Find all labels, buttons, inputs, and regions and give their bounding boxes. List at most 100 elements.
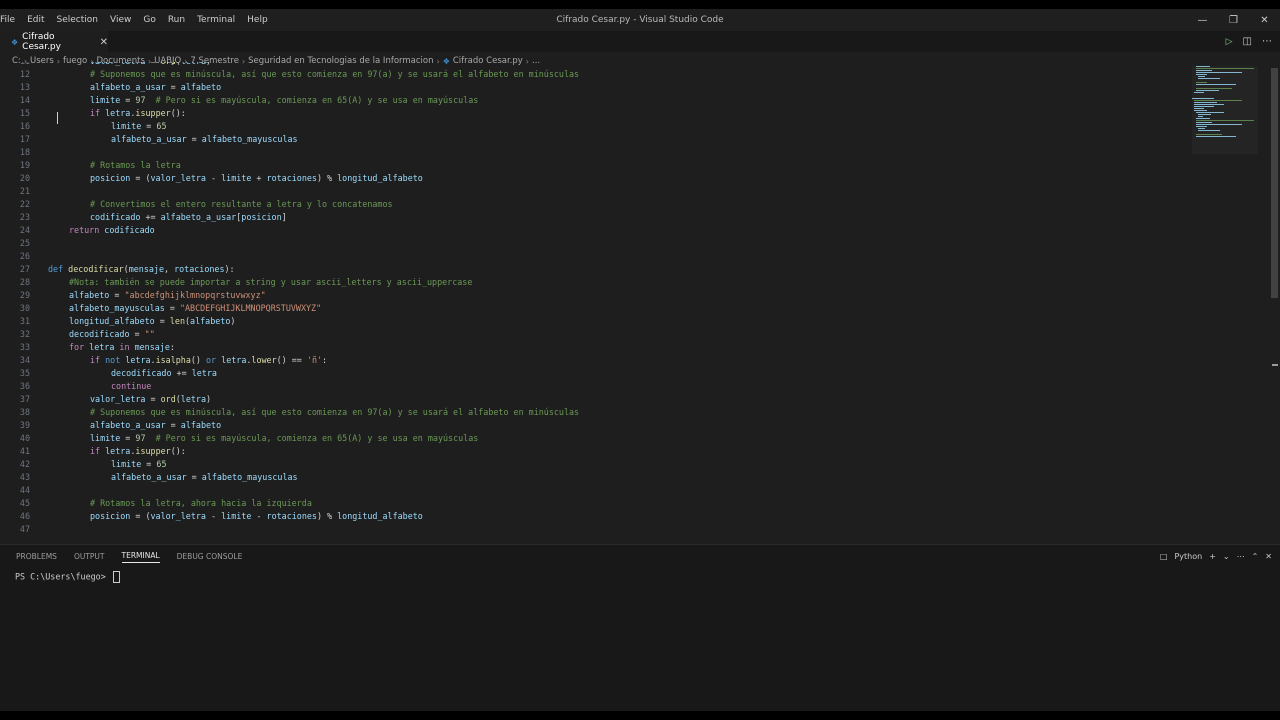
code-line[interactable]: 27 def decodificar(mensaje, rotaciones): [0,263,1190,276]
code-line[interactable]: 45 # Rotamos la letra, ahora hacia la izq… [0,497,1190,510]
new-terminal-icon[interactable]: + [1209,552,1216,561]
code-line[interactable]: 36 continue [0,380,1190,393]
code-line[interactable]: 41 if letra.isupper(): [0,445,1190,458]
line-number: 13 [19,82,30,92]
code-line[interactable]: 39 alfabeto_a_usar = alfabeto [0,419,1190,432]
code-line[interactable]: 18 [0,146,1190,159]
code-line[interactable]: 19 # Rotamos la letra [0,159,1190,172]
code-line[interactable]: 13 alfabeto_a_usar = alfabeto [0,81,1190,94]
code-line[interactable]: 33 for letra in mensaje: [0,341,1190,354]
line-number: 19 [19,160,30,170]
code-line[interactable]: 31 longitud_alfabeto = len(alfabeto) [0,315,1190,328]
code-line[interactable]: 26 [0,250,1190,263]
code-line[interactable]: 40 limite = 97 # Pero si es mayúscula, co… [0,432,1190,445]
code-text: decodificado = "" [69,328,155,341]
tab-terminal[interactable]: TERMINAL [121,551,160,563]
minimap[interactable] [1192,66,1258,156]
code-line[interactable]: 38 # Suponemos que es minúscula, así que … [0,406,1190,419]
menu-run[interactable]: Run [162,15,191,25]
menu-view[interactable]: View [104,15,137,25]
code-line[interactable]: 43 alfabeto_a_usar = alfabeto_mayusculas [0,471,1190,484]
code-line[interactable]: 34 if not letra.isalpha() or letra.lower(… [0,354,1190,367]
minimap-line [1196,66,1211,67]
code-line[interactable]: 42 limite = 65 [0,458,1190,471]
close-tab-icon[interactable]: ✕ [100,37,108,48]
code-token: () [190,355,207,365]
code-line[interactable]: 24 return codificado [0,224,1190,237]
maximize-panel-icon[interactable]: ⌃ [1252,552,1259,561]
menu-terminal[interactable]: Terminal [191,15,241,25]
code-line[interactable]: 14 limite = 97 # Pero si es mayúscula, co… [0,94,1190,107]
more-actions-icon[interactable]: ⋯ [1262,36,1272,47]
chevron-down-icon[interactable]: ⌄ [1223,552,1230,561]
code-line[interactable]: 46 posicion = (valor_letra - limite - rot… [0,510,1190,523]
line-number: 33 [19,342,30,352]
minimap-line [1196,126,1208,127]
code-line[interactable]: 15 if letra.isupper(): [0,107,1190,120]
code-token: posicion [90,173,131,183]
vertical-scrollbar[interactable] [1271,68,1278,298]
code-token: letra [105,108,131,118]
line-number: 47 [19,524,30,534]
code-token: # Rotamos la letra, ahora hacia la izqui… [90,498,312,508]
code-text: longitud_alfabeto = len(alfabeto) [69,315,235,328]
minimap-line [1194,110,1207,111]
code-line[interactable]: 20 posicion = (valor_letra - limite + rot… [0,172,1190,185]
menu-edit[interactable]: Edit [21,15,50,25]
code-text: for letra in mensaje: [69,341,175,354]
code-token: - [205,511,222,521]
code-token: limite [90,95,121,105]
code-token: 65 [156,459,167,469]
close-panel-icon[interactable]: ✕ [1265,552,1272,561]
code-token: rotaciones [174,264,225,274]
code-text: alfabeto_a_usar = alfabeto [90,81,221,94]
code-token: posicion [90,511,131,521]
code-line[interactable]: 25 [0,237,1190,250]
code-text: posicion = (valor_letra - limite - rotac… [90,510,423,523]
code-line[interactable]: 12 # Suponemos que es minúscula, así que … [0,68,1190,81]
shell-label[interactable]: Python [1174,552,1202,561]
more-actions-icon[interactable]: ⋯ [1237,552,1245,561]
minimap-line [1198,114,1211,115]
tab-debug-console[interactable]: DEBUG CONSOLE [177,552,243,561]
code-line[interactable]: 21 [0,185,1190,198]
code-line[interactable]: 23 codificado += alfabeto_a_usar[posicion… [0,211,1190,224]
tab-cifrado-cesar[interactable]: ❖ Cifrado Cesar.py ✕ [0,31,108,52]
code-token: ] [281,212,287,222]
code-token: rotaciones [266,173,317,183]
code-line[interactable]: 32 decodificado = "" [0,328,1190,341]
menu-go[interactable]: Go [137,15,161,25]
code-line[interactable]: 44 [0,484,1190,497]
code-text: limite = 97 # Pero si es mayúscula, comi… [90,432,478,445]
code-line[interactable]: 30 alfabeto_mayusculas = "ABCDEFGHIJKLMNO… [0,302,1190,315]
code-line[interactable]: 16 limite = 65 [0,120,1190,133]
tab-output[interactable]: OUTPUT [74,552,105,561]
close-window-icon[interactable]: ✕ [1249,9,1280,31]
code-token: 65 [156,121,167,131]
menu-file[interactable]: File [0,15,21,25]
code-editor[interactable]: 11valor_letra = ord(letra)12# Suponemos … [0,62,1270,542]
code-line[interactable]: 47 [0,523,1190,536]
code-token: ) [206,394,212,404]
menu-selection[interactable]: Selection [51,15,104,25]
code-line[interactable]: 29 alfabeto = "abcdefghijklmnopqrstuvwxyz… [0,289,1190,302]
code-line[interactable]: 22 # Convertimos el entero resultante a l… [0,198,1190,211]
tab-problems[interactable]: PROBLEMS [16,552,57,561]
code-token: or [206,355,222,365]
restore-icon[interactable]: ❐ [1218,9,1249,31]
code-line[interactable]: 17 alfabeto_a_usar = alfabeto_mayusculas [0,133,1190,146]
terminal-content[interactable]: PS C:\Users\fuego> [15,571,120,583]
line-number: 14 [19,95,30,105]
minimize-icon[interactable]: — [1187,9,1218,31]
code-text: #Nota: también se puede importar a strin… [69,276,472,289]
split-editor-icon[interactable]: ◫ [1243,36,1252,47]
code-token: = [141,459,157,469]
code-token: continue [111,381,152,391]
menu-help[interactable]: Help [241,15,274,25]
code-text: # Rotamos la letra [90,159,181,172]
code-line[interactable]: 37 valor_letra = ord(letra) [0,393,1190,406]
code-line[interactable]: 28 #Nota: también se puede importar a str… [0,276,1190,289]
run-icon[interactable]: ▷ [1226,37,1233,47]
code-token: += [140,212,161,222]
code-line[interactable]: 35 decodificado += letra [0,367,1190,380]
